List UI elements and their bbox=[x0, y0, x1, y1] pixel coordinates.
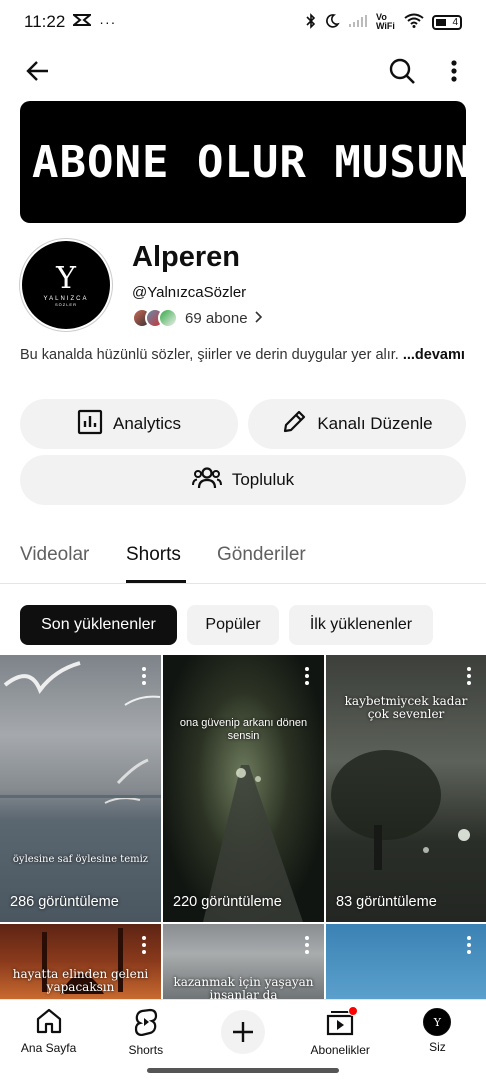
more-vert-icon[interactable] bbox=[304, 667, 310, 685]
notification-dot bbox=[348, 1006, 359, 1016]
nav-shorts-label: Shorts bbox=[128, 1043, 164, 1057]
wifi-icon bbox=[404, 13, 424, 31]
community-button[interactable]: Topluluk bbox=[20, 455, 466, 505]
rainy-road-image bbox=[203, 765, 303, 922]
shorts-icon bbox=[133, 1008, 159, 1039]
analytics-icon bbox=[77, 409, 103, 440]
community-icon bbox=[191, 465, 222, 496]
back-arrow-icon[interactable] bbox=[20, 53, 56, 89]
chevron-right-icon bbox=[254, 310, 262, 327]
gesture-bar[interactable] bbox=[147, 1068, 339, 1073]
chip-latest[interactable]: Son yüklenenler bbox=[20, 605, 177, 645]
moon-icon bbox=[324, 13, 340, 32]
channel-header: Y YALNIZCA SÖZLER Alperen @YalnızcaSözle… bbox=[20, 239, 466, 331]
short-caption: kaybetmiycek kadar çok sevenler bbox=[344, 694, 468, 721]
subscriber-avatar bbox=[158, 308, 178, 328]
battery-level: 4 bbox=[452, 16, 458, 28]
short-item[interactable]: kaybetmiycek kadar çok sevenler 83 görün… bbox=[326, 655, 486, 922]
status-time: 11:22 bbox=[24, 12, 66, 31]
channel-tabs: Videolar Shorts Gönderiler bbox=[0, 530, 486, 584]
tab-posts[interactable]: Gönderiler bbox=[217, 544, 306, 566]
analytics-button[interactable]: Analytics bbox=[20, 399, 238, 449]
search-icon[interactable] bbox=[384, 53, 420, 89]
subscriber-count-link[interactable]: 69 abone bbox=[132, 308, 262, 328]
avatar-letter: Y bbox=[56, 260, 76, 296]
community-label: Topluluk bbox=[231, 470, 295, 489]
chip-oldest[interactable]: İlk yüklenenler bbox=[289, 605, 433, 645]
profile-avatar: Y bbox=[423, 1008, 452, 1036]
nav-create[interactable] bbox=[194, 1000, 291, 1059]
tab-shorts[interactable]: Shorts bbox=[126, 544, 181, 566]
more-vert-icon[interactable] bbox=[141, 936, 147, 954]
subscriber-avatars bbox=[132, 308, 178, 328]
avatar-sub: SÖZLER bbox=[54, 301, 77, 307]
subscriptions-icon bbox=[326, 1006, 359, 1039]
channel-avatar[interactable]: Y YALNIZCA SÖZLER bbox=[20, 239, 112, 331]
analytics-label: Analytics bbox=[112, 414, 182, 433]
short-item[interactable] bbox=[326, 924, 486, 999]
more-vert-icon[interactable] bbox=[466, 936, 472, 954]
channel-name: Alperen bbox=[132, 241, 240, 273]
short-item[interactable]: öylesine saf öylesine temiz 286 görüntül… bbox=[0, 655, 161, 922]
signal-icon bbox=[348, 14, 368, 31]
short-item[interactable]: ona güvenip arkanı dönen sensin 220 görü… bbox=[163, 655, 324, 922]
nav-you[interactable]: Y Siz bbox=[389, 1000, 486, 1059]
more-link[interactable]: ...devamı bbox=[403, 347, 465, 363]
edit-channel-button[interactable]: Kanalı Düzenle bbox=[248, 399, 466, 449]
short-caption: hayatta elinden geleni yapacaksın bbox=[12, 967, 149, 994]
channel-banner[interactable]: ABONE OLUR MUSUN? bbox=[20, 101, 466, 223]
capcut-icon bbox=[71, 12, 94, 32]
seagulls-image bbox=[0, 661, 161, 804]
edit-channel-label: Kanalı Düzenle bbox=[317, 414, 433, 433]
more-vert-icon[interactable] bbox=[466, 667, 472, 685]
vowifi-label: Vo WiFi bbox=[376, 12, 395, 31]
profile-avatar-letter: Y bbox=[433, 1015, 442, 1029]
tab-videos[interactable]: Videolar bbox=[20, 544, 89, 566]
home-icon bbox=[35, 1008, 63, 1037]
short-caption: kazanmak için yaşayan insanlar da bbox=[173, 975, 314, 1000]
short-views: 286 görüntüleme bbox=[10, 894, 119, 910]
channel-description[interactable]: Bu kanalda hüzünlü sözler, şiirler ve de… bbox=[20, 346, 466, 365]
short-views: 220 görüntüleme bbox=[173, 894, 282, 910]
pencil-icon bbox=[281, 409, 307, 440]
nav-home-label: Ana Sayfa bbox=[20, 1041, 77, 1055]
more-vert-icon[interactable] bbox=[304, 936, 310, 954]
more-notifications-icon: ··· bbox=[99, 14, 117, 30]
banner-text: ABONE OLUR MUSUN? bbox=[32, 136, 466, 188]
more-vert-icon[interactable] bbox=[141, 667, 147, 685]
nav-home[interactable]: Ana Sayfa bbox=[0, 1000, 97, 1059]
bluetooth-icon bbox=[306, 12, 316, 32]
nav-you-label: Siz bbox=[429, 1040, 446, 1054]
battery-icon: 4 bbox=[432, 14, 462, 30]
short-caption: öylesine saf öylesine temiz bbox=[12, 854, 149, 865]
chip-popular[interactable]: Popüler bbox=[187, 605, 279, 645]
nav-shorts[interactable]: Shorts bbox=[97, 1000, 194, 1059]
top-app-bar bbox=[0, 48, 486, 94]
description-text: Bu kanalda hüzünlü sözler, şiirler ve de… bbox=[20, 347, 399, 363]
more-vert-icon[interactable] bbox=[442, 53, 466, 89]
plus-icon bbox=[221, 1010, 265, 1054]
short-caption: ona güvenip arkanı dönen sensin bbox=[179, 717, 308, 742]
nav-subscriptions-label: Abonelikler bbox=[310, 1043, 370, 1057]
nav-subscriptions[interactable]: Abonelikler bbox=[292, 1000, 389, 1059]
bottom-navigation: Ana Sayfa Shorts Abonelikler Y Siz bbox=[0, 999, 486, 1059]
status-bar: 11:22 ··· Vo WiFi 4 bbox=[0, 0, 486, 44]
active-tab-indicator bbox=[126, 580, 186, 583]
subscriber-count: 69 abone bbox=[185, 309, 248, 327]
short-item[interactable]: hayatta elinden geleni yapacaksın bbox=[0, 924, 161, 999]
channel-handle: @YalnızcaSözler bbox=[132, 284, 247, 301]
short-views: 83 görüntüleme bbox=[336, 894, 437, 910]
short-item[interactable]: kazanmak için yaşayan insanlar da bbox=[163, 924, 324, 999]
